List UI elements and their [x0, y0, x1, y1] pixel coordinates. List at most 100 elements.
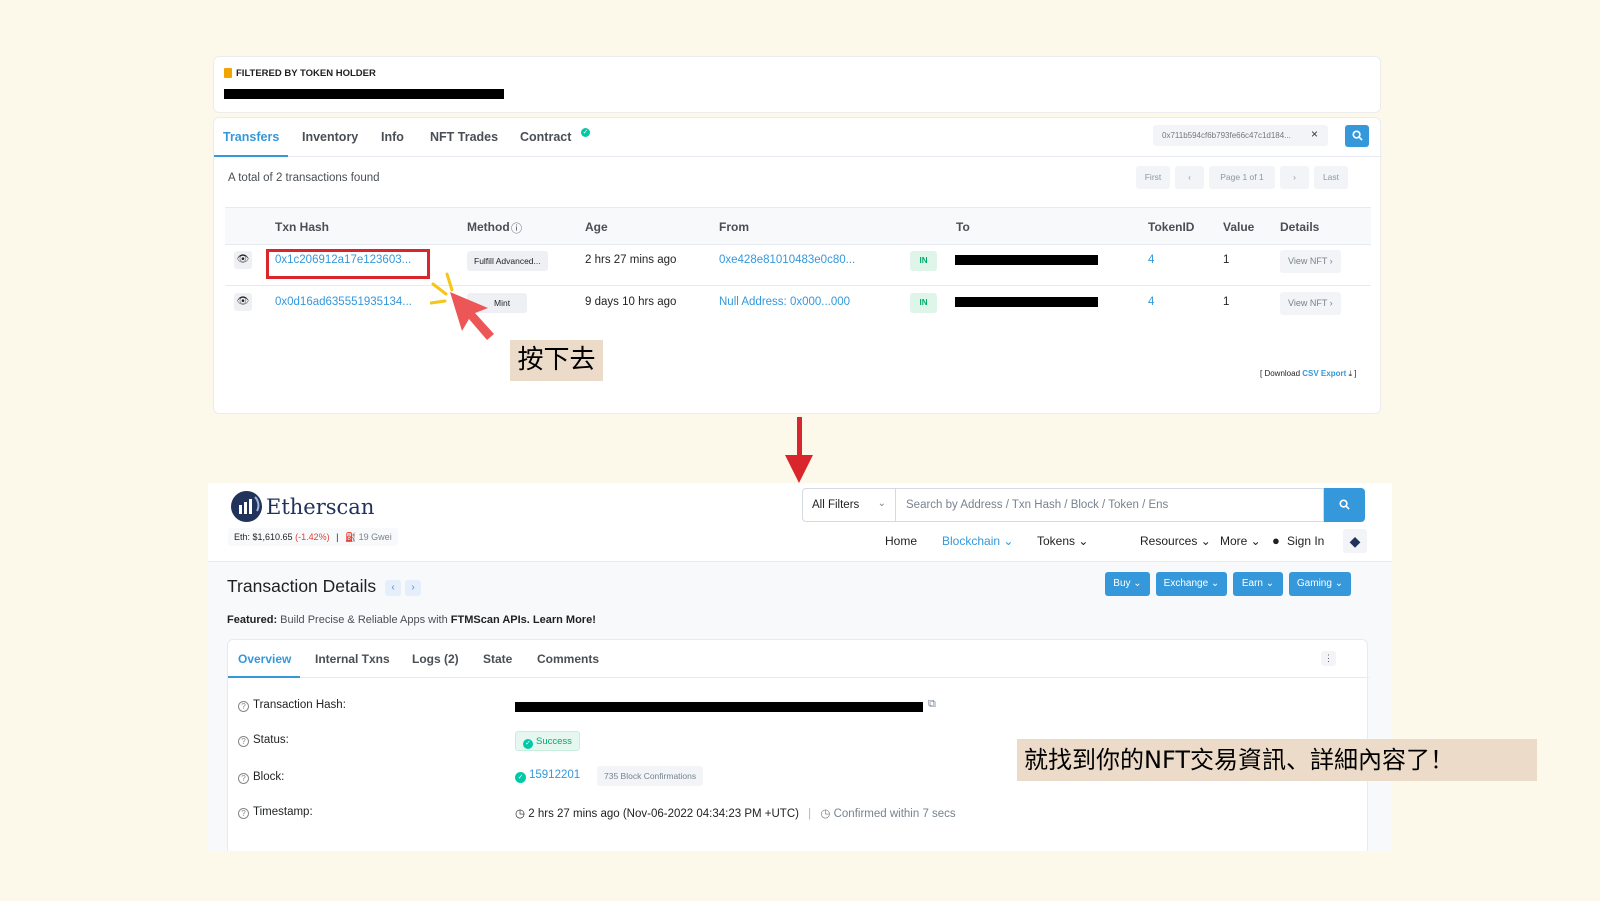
clear-filter-icon[interactable]: ×: [1311, 127, 1318, 141]
method-badge: Fulfill Advanced...: [467, 251, 548, 271]
table-header: [225, 207, 1371, 245]
direction-badge: IN: [910, 251, 937, 271]
column-method: Method: [467, 220, 510, 234]
down-arrow-shaft: [797, 417, 802, 457]
search-button[interactable]: [1324, 488, 1365, 522]
from-address-link[interactable]: 0xe428e81010483e0c80...: [719, 254, 855, 266]
etherscan-logo-icon[interactable]: [231, 491, 262, 522]
status-label: ? Status:: [238, 734, 289, 747]
tab-contract[interactable]: Contract: [520, 130, 571, 144]
block-label-text: Block:: [253, 771, 285, 783]
tab-comments[interactable]: Comments: [537, 652, 599, 666]
featured-label: Featured:: [227, 614, 278, 626]
csv-suffix: ⤓ ]: [1346, 369, 1357, 378]
exchange-button[interactable]: Exchange ⌄: [1156, 572, 1227, 596]
press-here-annotation: 按下去: [510, 340, 603, 381]
verified-check-icon: ✓: [581, 128, 590, 137]
column-age[interactable]: Age: [585, 220, 608, 234]
tab-internal-txns[interactable]: Internal Txns: [315, 652, 390, 666]
search-filter-select[interactable]: All Filters ⌄: [802, 488, 896, 522]
token-id-link[interactable]: 4: [1148, 254, 1154, 266]
tab-state[interactable]: State: [483, 652, 512, 666]
block-label: ? Block:: [238, 771, 284, 784]
success-check-icon: ✓: [523, 739, 533, 749]
token-holder-title: FILTERED BY TOKEN HOLDER: [236, 68, 376, 79]
nav-home[interactable]: Home: [885, 534, 917, 548]
featured-brand: FTMScan APIs.: [450, 614, 530, 626]
tab-nft-trades[interactable]: NFT Trades: [430, 130, 498, 144]
featured-text: Build Precise & Reliable Apps with: [277, 614, 451, 626]
view-nft-button[interactable]: View NFT ›: [1280, 292, 1341, 315]
search-input[interactable]: Search by Address / Txn Hash / Block / T…: [896, 488, 1324, 522]
from-address-link[interactable]: Null Address: 0x000...000: [719, 296, 850, 308]
redacted-to-address: [955, 297, 1098, 307]
transfer-value: 1: [1223, 296, 1230, 308]
tabs-divider: [214, 156, 1382, 157]
nav-more[interactable]: More ⌄: [1220, 534, 1261, 548]
active-tab-indicator: [214, 155, 288, 157]
token-holder-filter-card: FILTERED BY TOKEN HOLDER: [213, 56, 1381, 113]
filter-search-button[interactable]: [1345, 125, 1369, 147]
direction-badge: IN: [910, 293, 937, 313]
view-nft-button[interactable]: View NFT ›: [1280, 250, 1341, 273]
prev-tx-chevron-icon[interactable]: ‹: [385, 580, 401, 596]
nav-sign-in[interactable]: Sign In: [1287, 534, 1324, 548]
token-id-link[interactable]: 4: [1148, 296, 1154, 308]
block-check-icon: ✓: [515, 772, 526, 783]
nav-resources[interactable]: Resources ⌄: [1140, 534, 1211, 548]
tab-transfers[interactable]: Transfers: [223, 130, 279, 144]
help-icon: ?: [238, 701, 249, 712]
txn-age: 9 days 10 hrs ago: [585, 296, 677, 308]
block-confirmations-badge: 735 Block Confirmations: [597, 766, 704, 786]
row-divider: [225, 285, 1371, 286]
earn-button[interactable]: Earn ⌄: [1233, 572, 1283, 596]
pagination-first[interactable]: First: [1136, 166, 1170, 189]
copy-icon[interactable]: ⧉: [928, 698, 936, 711]
etherscan-page: Etherscan Eth: $1,610.65 (-1.42%) | ⛽ 19…: [208, 483, 1392, 851]
timestamp-value: ◷ 2 hrs 27 mins ago (Nov-06-2022 04:34:2…: [515, 806, 956, 820]
preview-eye-icon[interactable]: 👁: [234, 293, 252, 311]
help-icon: ?: [238, 736, 249, 747]
csv-export-link[interactable]: CSV Export: [1302, 369, 1346, 378]
more-options-icon[interactable]: ⋮: [1321, 651, 1336, 666]
timer-icon: ◷: [820, 808, 831, 820]
column-to: To: [956, 220, 970, 234]
active-tab-indicator: [228, 676, 300, 678]
redacted-transaction-hash: [515, 702, 923, 712]
csv-prefix: [ Download: [1260, 369, 1303, 378]
learn-more-link[interactable]: Learn More!: [530, 614, 596, 626]
pagination-last[interactable]: Last: [1314, 166, 1348, 189]
pagination-prev[interactable]: ‹: [1175, 166, 1204, 189]
search-icon: [1339, 499, 1350, 510]
transaction-hash-label-text: Transaction Hash:: [253, 699, 346, 711]
pagination-next[interactable]: ›: [1280, 166, 1309, 189]
preview-eye-icon[interactable]: 👁: [234, 251, 252, 269]
nav-blockchain[interactable]: Blockchain ⌄: [942, 534, 1013, 548]
csv-export: [ Download CSV Export ⤓ ]: [1260, 369, 1356, 379]
confirmed-within: Confirmed within 7 secs: [833, 808, 956, 820]
gas-price[interactable]: ⛽ 19 Gwei: [345, 532, 392, 542]
etherscan-brand[interactable]: Etherscan: [266, 495, 374, 519]
nav-tokens[interactable]: Tokens ⌄: [1037, 534, 1088, 548]
txn-hash-link[interactable]: 0x0d16ad635551935134...: [275, 296, 412, 308]
tab-logs[interactable]: Logs (2): [412, 652, 459, 666]
highlight-annotation-box: [266, 249, 430, 279]
column-details: Details: [1280, 220, 1320, 234]
price-separator: |: [336, 532, 339, 542]
tab-info[interactable]: Info: [381, 130, 404, 144]
gaming-button[interactable]: Gaming ⌄: [1289, 572, 1351, 596]
next-tx-chevron-icon[interactable]: ›: [405, 580, 421, 596]
tab-overview[interactable]: Overview: [238, 652, 291, 666]
transaction-hash-label: ? Transaction Hash:: [238, 699, 346, 712]
help-icon: ?: [238, 773, 249, 784]
block-number-link[interactable]: 15912201: [529, 769, 580, 781]
tab-inventory[interactable]: Inventory: [302, 130, 358, 144]
timestamp-text: 2 hrs 27 mins ago (Nov-06-2022 04:34:23 …: [528, 808, 799, 820]
ethereum-icon[interactable]: ◆: [1343, 529, 1367, 553]
pagination-page-indicator: Page 1 of 1: [1209, 166, 1275, 189]
timestamp-label: ? Timestamp:: [238, 806, 313, 819]
column-token-id: TokenID: [1148, 220, 1195, 234]
featured-banner: Featured: Build Precise & Reliable Apps …: [227, 614, 596, 626]
status-badge: ✓ Success: [515, 731, 580, 751]
buy-button[interactable]: Buy ⌄: [1105, 572, 1150, 596]
